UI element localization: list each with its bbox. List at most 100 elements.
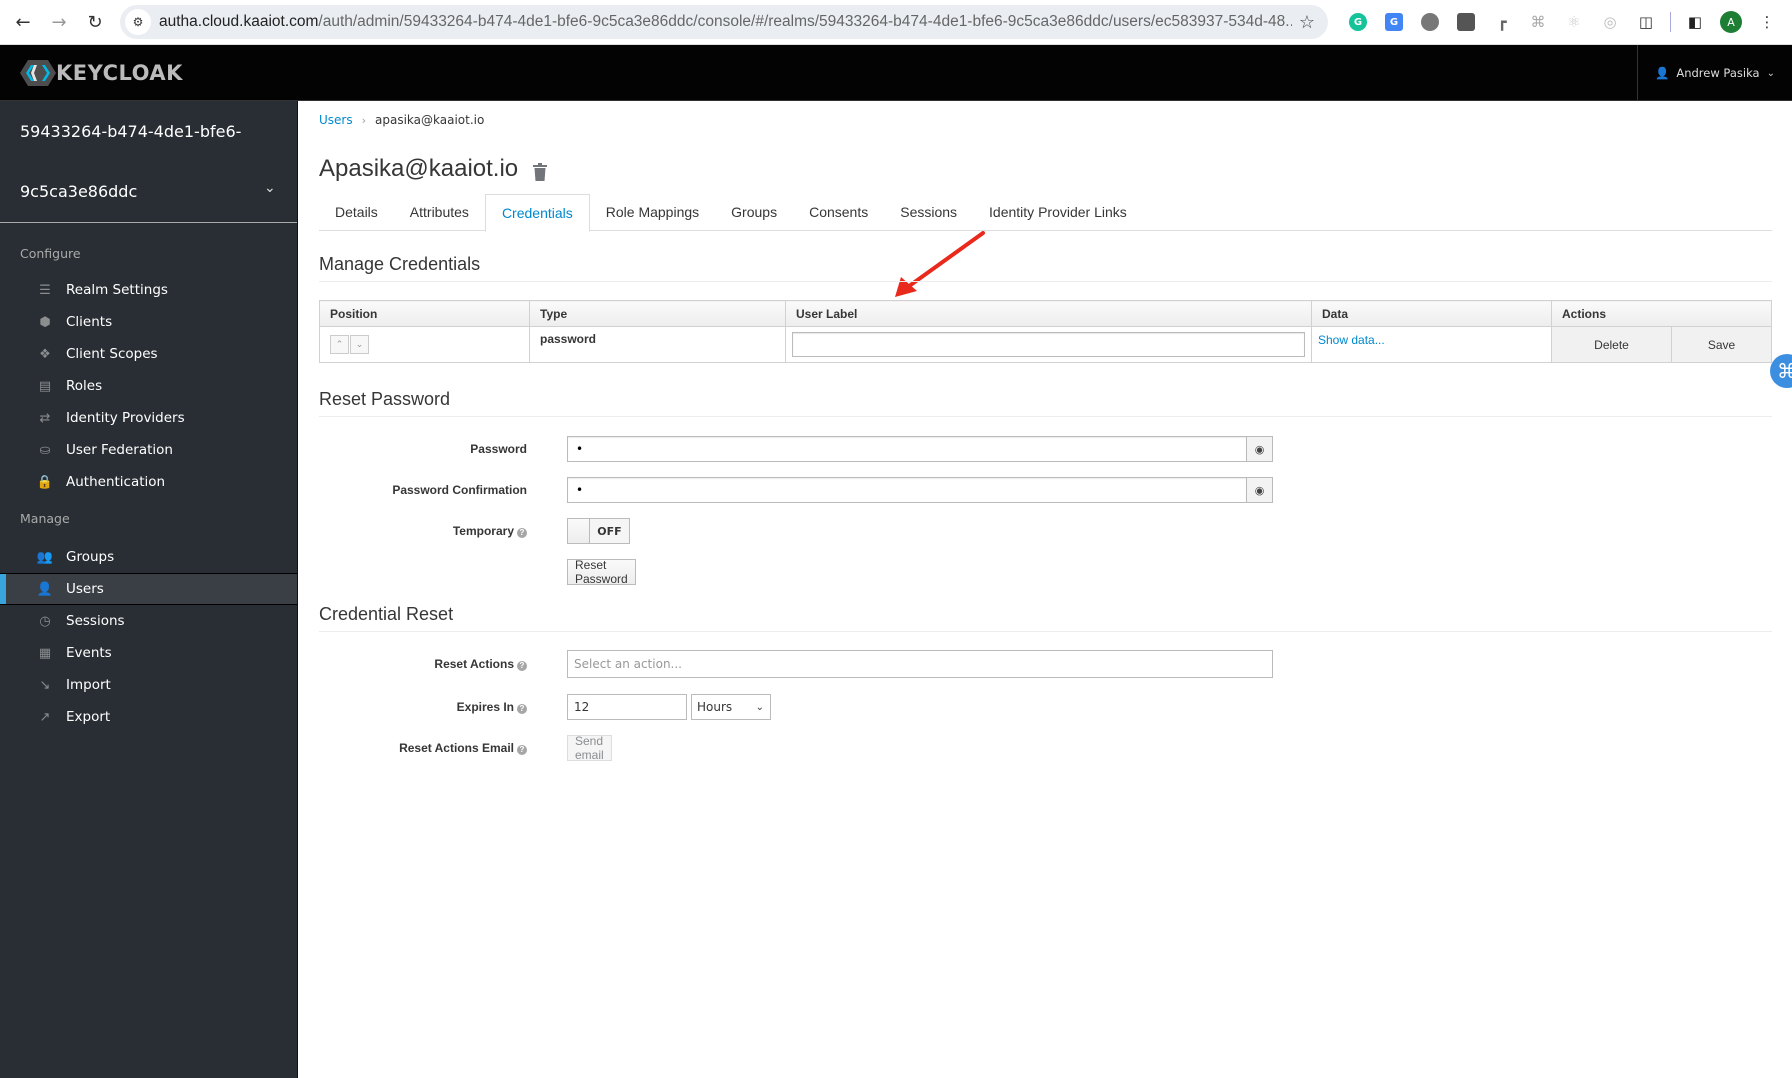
password-confirmation-input[interactable]: • [567,477,1247,503]
tab-groups[interactable]: Groups [715,194,793,231]
expires-unit-select[interactable]: Hours ⌄ [691,694,771,720]
eye-icon[interactable]: ◉ [1247,477,1273,503]
realm-name-line1: 59433264-b474-4de1-bfe6- [20,122,242,141]
sidebar-item-label: Identity Providers [66,410,185,426]
trash-icon[interactable] [532,160,548,181]
breadcrumb-users-link[interactable]: Users [319,113,353,127]
extension-icon-8[interactable]: ◎ [1592,8,1628,36]
google-translate-icon[interactable]: G [1376,8,1412,36]
sidebar-item-label: Client Scopes [66,346,158,362]
side-panel-icon[interactable]: ◧ [1677,8,1713,36]
save-button[interactable]: Save [1671,326,1772,363]
tab-consents[interactable]: Consents [793,194,884,231]
command-extension-icon[interactable]: ⌘ [1520,8,1556,36]
sidebar-item-clients[interactable]: ⬢ Clients [0,306,297,338]
sidebar-item-user-federation[interactable]: ⛀ User Federation [0,434,297,466]
url-text[interactable]: autha.cloud.kaaiot.com/auth/admin/594332… [159,13,1292,31]
user-menu[interactable]: 👤 Andrew Pasika ⌄ [1637,45,1792,101]
move-down-button[interactable]: ⌄ [350,335,369,354]
temporary-label-text: Temporary [452,524,514,538]
send-email-button[interactable]: Send email [567,734,612,762]
reset-password-control: Reset Password [567,558,636,586]
address-bar[interactable]: ⚙ autha.cloud.kaaiot.com/auth/admin/5943… [120,5,1328,39]
user-icon: 👤 [36,581,54,597]
reset-password-button[interactable]: Reset Password [567,558,636,586]
page-title: Apasika@kaaiot.io [319,155,548,183]
sidebar-item-label: Realm Settings [66,282,168,298]
import-icon: ↘ [39,677,51,693]
configure-nav: ☰ Realm Settings ⬢ Clients ❖ Client Scopes ▤ Ro… [0,274,297,498]
bookmark-star-icon[interactable]: ☆ [1292,12,1322,33]
cube-icon: ⬢ [39,314,51,330]
password-confirmation-label: Password Confirmation [392,483,527,497]
sidebar-item-sessions[interactable]: ◷ Sessions [0,605,297,637]
browser-menu-icon[interactable]: ⋮ [1749,8,1785,36]
puzzle-icon[interactable]: ◫ [1628,8,1664,36]
sidebar-item-events[interactable]: ▦ Events [0,637,297,669]
tab-identity-provider-links[interactable]: Identity Provider Links [973,194,1143,231]
exchange-icon: ⇄ [39,410,51,426]
delete-button[interactable]: Delete [1551,326,1672,363]
sliders-icon: ☰ [39,282,51,298]
forward-arrow-icon[interactable]: → [46,9,72,35]
move-up-button[interactable]: ⌃ [330,335,349,354]
manage-nav: 👥 Groups 👤 Users ◷ Sessions ▦ Events ↘ Import ↗ Exp… [0,541,297,733]
list-icon: ▤ [38,378,52,394]
sidebar-item-label: Import [66,677,111,693]
sidebar-item-identity-providers[interactable]: ⇄ Identity Providers [0,402,297,434]
temporary-toggle[interactable]: OFF [567,518,630,544]
section-label-configure: Configure [20,246,81,261]
extension-icon-5[interactable]: ┏ [1484,8,1520,36]
tab-role-mappings[interactable]: Role Mappings [590,194,715,231]
credentials-table: Position Type User Label Data Actions ⌃ ⌄… [319,300,1772,363]
sidebar-item-client-scopes[interactable]: ❖ Client Scopes [0,338,297,370]
keycloak-logo[interactable]: KEYCLOAK [20,59,183,87]
sidebar-item-groups[interactable]: 👥 Groups [0,541,297,573]
sidebar-item-users[interactable]: 👤 Users [0,573,297,605]
reset-actions-select[interactable]: Select an action... [567,650,1273,678]
command-shortcut-icon[interactable]: ⌘ [1770,354,1792,388]
breadcrumb: Users › apasika@kaaiot.io [319,113,484,127]
realm-name-line2: 9c5ca3e86ddc [20,182,138,201]
expires-in-input[interactable]: 12 [567,694,687,720]
site-settings-icon[interactable]: ⚙ [125,9,151,35]
reload-icon[interactable]: ↻ [82,9,108,35]
user-icon: 👤 [1655,66,1670,80]
extension-icon-4[interactable] [1448,8,1484,36]
sidebar-item-label: Roles [66,378,103,394]
eye-icon[interactable]: ◉ [1247,436,1273,462]
expires-in-row: Expires In? 12 Hours ⌄ [319,694,771,720]
reset-actions-email-label-text: Reset Actions Email [399,741,514,755]
password-label: Password [470,442,527,456]
tab-details[interactable]: Details [319,194,394,231]
user-label-input[interactable] [792,332,1305,357]
show-data-link[interactable]: Show data... [1311,326,1552,363]
help-icon[interactable]: ? [517,528,527,538]
send-email-control: Send email [567,734,612,762]
sidebar-item-label: User Federation [66,442,173,458]
chevron-down-icon: ⌄ [264,180,276,196]
help-icon[interactable]: ? [517,661,527,671]
sidebar-item-export[interactable]: ↗ Export [0,701,297,733]
react-devtools-icon[interactable]: ⚛ [1556,8,1592,36]
sidebar-item-label: Events [66,645,112,661]
user-name: Andrew Pasika [1676,66,1760,80]
password-confirmation-control: • ◉ [567,477,1273,503]
grammarly-icon[interactable]: G [1340,8,1376,36]
profile-avatar[interactable]: A [1713,8,1749,36]
help-icon[interactable]: ? [517,745,527,755]
url-host: autha.cloud.kaaiot.com [159,13,319,30]
help-icon[interactable]: ? [517,704,527,714]
tab-attributes[interactable]: Attributes [394,194,485,231]
back-arrow-icon[interactable]: ← [10,9,36,35]
circle-extension-icon[interactable] [1412,8,1448,36]
sidebar-item-roles[interactable]: ▤ Roles [0,370,297,402]
tab-credentials[interactable]: Credentials [484,194,590,232]
password-input[interactable]: • [567,436,1247,462]
sidebar-item-authentication[interactable]: 🔒 Authentication [0,466,297,498]
realm-selector[interactable]: 59433264-b474-4de1-bfe6- 9c5ca3e86ddc ⌄ [0,101,297,223]
sidebar-item-realm-settings[interactable]: ☰ Realm Settings [0,274,297,306]
tab-sessions[interactable]: Sessions [884,194,973,231]
sidebar-item-import[interactable]: ↘ Import [0,669,297,701]
password-control: • ◉ [567,436,1273,462]
